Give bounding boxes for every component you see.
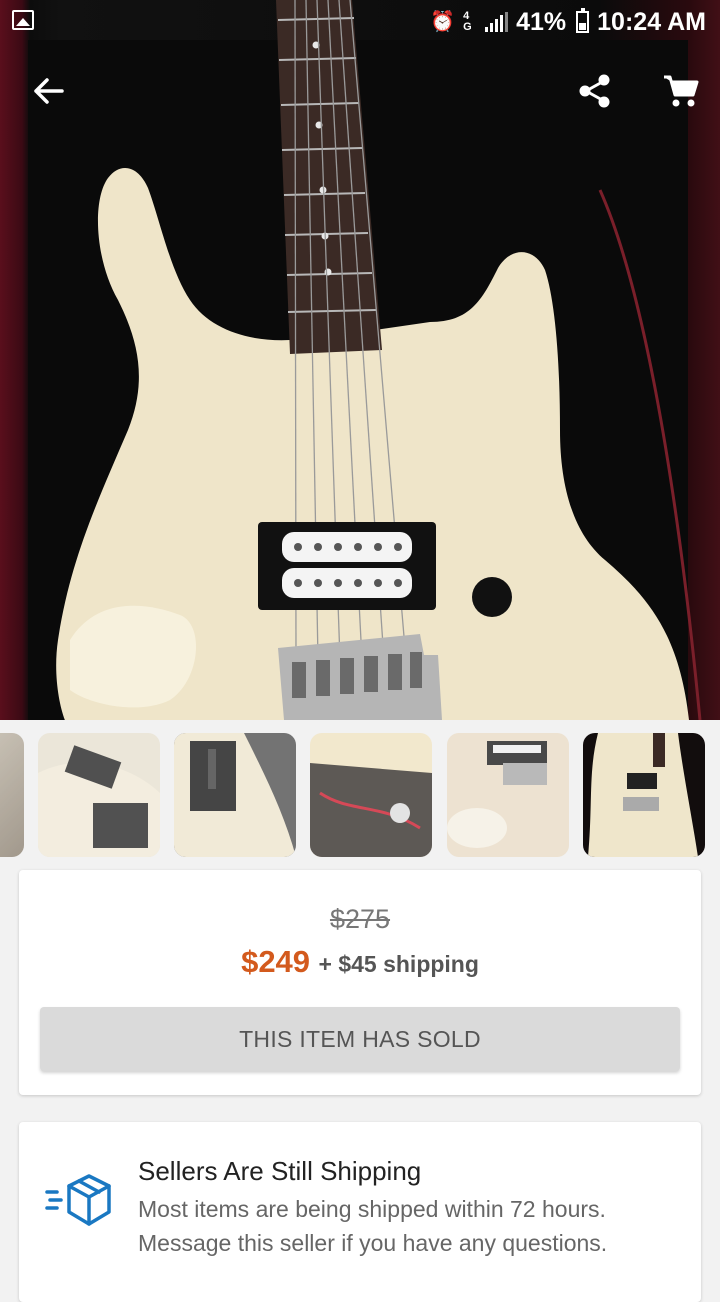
signal-strength-icon xyxy=(485,12,509,32)
shipping-cost: + $45 shipping xyxy=(318,951,479,977)
notice-line-1: Most items are being shipped within 72 h… xyxy=(138,1196,606,1222)
arrow-left-icon xyxy=(34,78,64,104)
thumbnail[interactable] xyxy=(174,733,296,857)
current-price: $249 xyxy=(241,944,311,979)
share-icon xyxy=(579,74,610,108)
battery-percent: 41% xyxy=(516,7,567,36)
clock-time: 10:24 AM xyxy=(597,7,706,36)
item-sold-button[interactable]: THIS ITEM HAS SOLD xyxy=(40,1007,680,1071)
alarm-icon: ⏰ xyxy=(430,11,456,33)
thumbnail[interactable] xyxy=(38,733,160,857)
thumbnail-selected[interactable] xyxy=(583,733,705,857)
thumbnail[interactable] xyxy=(310,733,432,857)
price-line: $249 + $45 shipping xyxy=(19,944,701,980)
gallery-notification-icon xyxy=(12,10,34,30)
share-button[interactable] xyxy=(570,66,620,116)
shipping-box-icon xyxy=(45,1174,111,1226)
cart-button[interactable] xyxy=(656,66,706,116)
network-type-icon: 4G xyxy=(463,10,472,33)
original-price: $275 xyxy=(329,904,391,934)
battery-icon xyxy=(576,8,590,33)
thumbnail[interactable] xyxy=(447,733,569,857)
notice-line-2: Message this seller if you have any ques… xyxy=(138,1230,608,1256)
status-bar: ⏰ 4G 41% 10:24 AM xyxy=(0,0,720,44)
notice-body: Most items are being shipped within 72 h… xyxy=(138,1192,678,1260)
price-card: $275 $249 + $45 shipping THIS ITEM HAS S… xyxy=(19,870,701,1095)
cart-icon xyxy=(664,75,699,107)
shipping-notice-card: Sellers Are Still Shipping Most items ar… xyxy=(19,1122,701,1302)
back-button[interactable] xyxy=(24,66,74,116)
thumbnail[interactable] xyxy=(0,733,24,857)
notice-title: Sellers Are Still Shipping xyxy=(138,1156,422,1186)
thumbnail-strip[interactable] xyxy=(0,733,720,857)
